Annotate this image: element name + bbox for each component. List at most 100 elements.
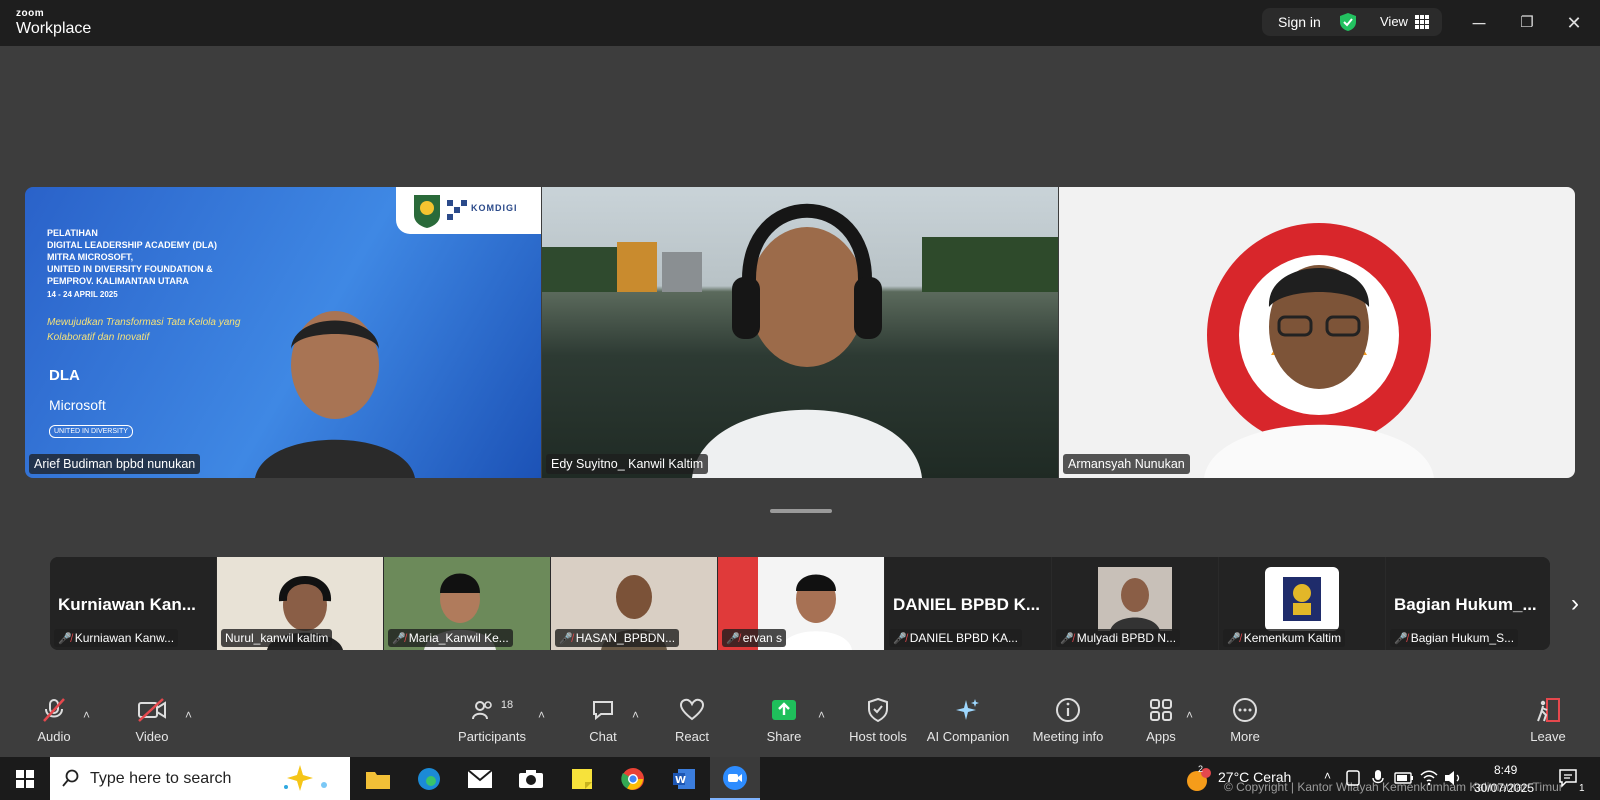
slide-line: PEMPROV. KALIMANTAN UTARA — [47, 276, 189, 286]
slide-tagline: Mewujudkan Transformasi Tata Kelola yang… — [47, 317, 241, 343]
audio-options-chevron-icon[interactable]: ˄ — [83, 708, 90, 722]
participant-count: 18 — [500, 699, 514, 711]
tile-name-label: 🎤̸ HASAN_BPBDN... — [555, 629, 680, 647]
weather-badge: 2 — [1198, 764, 1204, 774]
encryption-shield-icon[interactable] — [1338, 12, 1358, 32]
sign-in-button[interactable]: Sign in — [1278, 14, 1321, 30]
mic-muted-icon: 🎤̸ — [1227, 633, 1241, 645]
microsoft-logo: Microsoft — [49, 397, 106, 413]
host-tools-button[interactable]: Host tools — [846, 696, 910, 744]
tile-name-label: 🎤̸ Bagian Hukum_S... — [1390, 629, 1519, 647]
slide-line: DIGITAL LEADERSHIP ACADEMY (DLA) — [47, 240, 218, 250]
video-tile[interactable]: Armansyah Nunukan — [1059, 187, 1575, 478]
folder-icon — [366, 771, 390, 789]
zoom-app[interactable] — [710, 757, 760, 800]
apps-options-chevron-icon[interactable]: ˄ — [1186, 708, 1193, 722]
mail-app[interactable] — [455, 757, 505, 800]
app-logo: zoom Workplace — [16, 9, 91, 37]
view-button[interactable]: View — [1380, 14, 1408, 29]
ai-companion-button[interactable]: AI Companion — [926, 696, 1010, 744]
participant-name: Arief Budiman bpbd nunukan — [29, 454, 201, 474]
more-icon — [1233, 698, 1257, 722]
strip-tile[interactable]: 🎤̸ Mulyadi BPBD N... — [1052, 557, 1218, 650]
taskbar-search[interactable]: Type here to search — [50, 757, 350, 800]
more-button[interactable]: More — [1228, 696, 1262, 744]
tile-name-label: 🎤̸ ervan s — [722, 629, 787, 647]
komdigi-text: KOMDIGI — [471, 203, 518, 213]
svg-text:W: W — [675, 775, 686, 786]
host-shield-icon — [868, 698, 888, 722]
grid-view-icon[interactable] — [1415, 15, 1429, 29]
mic-muted-icon: 🎤̸ — [726, 633, 740, 645]
meeting-info-button[interactable]: Meeting info — [1030, 696, 1106, 744]
chrome-app[interactable] — [608, 757, 658, 800]
restore-icon[interactable]: ❐ — [1516, 12, 1538, 34]
chevron-right-icon[interactable]: › — [1571, 590, 1579, 618]
slide-text: PELATIHAN DIGITAL LEADERSHIP ACADEMY (DL… — [47, 227, 287, 287]
strip-tile[interactable]: Kurniawan Kan... 🎤̸ Kurniawan Kanw... — [50, 557, 216, 650]
close-icon[interactable]: ✕ — [1563, 12, 1585, 34]
participants-button[interactable]: 18 Participants — [452, 696, 532, 744]
strip-tile[interactable]: 🎤̸ Kemenkum Kaltim — [1219, 557, 1385, 650]
apps-icon — [1150, 699, 1172, 721]
tile-display-name: DANIEL BPBD K... — [893, 595, 1041, 614]
search-icon — [62, 769, 79, 787]
tile-name-label: Nurul_kanwil kaltim — [221, 629, 333, 647]
mic-muted-icon: 🎤̸ — [392, 633, 406, 645]
sticky-notes-app[interactable] — [557, 757, 607, 800]
copilot-sparkle-icon — [284, 765, 327, 791]
mic-muted-icon: 🎤̸ — [893, 633, 907, 645]
participants-options-chevron-icon[interactable]: ˄ — [538, 708, 545, 722]
participant-name: Edy Suyitno_ Kanwil Kaltim — [546, 454, 709, 474]
mic-muted-icon — [43, 698, 65, 722]
start-button[interactable] — [0, 757, 50, 800]
video-button[interactable]: Video — [131, 696, 173, 744]
chrome-icon — [621, 767, 644, 790]
search-placeholder: Type here to search — [90, 770, 232, 787]
word-icon: W — [673, 768, 695, 789]
video-tile[interactable]: Edy Suyitno_ Kanwil Kaltim — [542, 187, 1058, 478]
tile-display-name: Kurniawan Kan... — [58, 595, 196, 614]
chat-button[interactable]: Chat — [586, 696, 620, 744]
dla-logo: DLA — [49, 367, 80, 384]
video-options-chevron-icon[interactable]: ˄ — [185, 708, 192, 722]
edge-icon — [418, 767, 440, 790]
strip-tile[interactable]: DANIEL BPBD K... 🎤̸ DANIEL BPBD KA... — [885, 557, 1051, 650]
title-bar: zoom Workplace Sign in View ─ ❐ ✕ — [0, 0, 1600, 46]
chat-options-chevron-icon[interactable]: ˄ — [632, 708, 639, 722]
resize-handle[interactable] — [770, 509, 832, 513]
video-tile[interactable]: PELATIHAN DIGITAL LEADERSHIP ACADEMY (DL… — [25, 187, 541, 478]
strip-tile[interactable]: 🎤̸ HASAN_BPBDN... — [551, 557, 717, 650]
share-button[interactable]: Share — [766, 696, 802, 744]
clock-time[interactable]: 8:49 — [1494, 763, 1517, 777]
strip-tile[interactable]: Nurul_kanwil kaltim — [217, 557, 383, 650]
avatar — [1098, 567, 1172, 631]
apps-button[interactable]: Apps — [1146, 696, 1176, 744]
strip-tile[interactable]: 🎤̸ ervan s — [718, 557, 884, 650]
edge-app[interactable] — [404, 757, 454, 800]
strip-tile[interactable]: Bagian Hukum_... 🎤̸ Bagian Hukum_S... — [1386, 557, 1550, 650]
participant-video — [1204, 265, 1434, 478]
share-screen-icon — [772, 700, 796, 720]
mail-icon — [467, 768, 493, 788]
share-options-chevron-icon[interactable]: ˄ — [818, 708, 825, 722]
heart-icon — [679, 698, 705, 721]
file-explorer-app[interactable] — [353, 757, 403, 800]
word-app[interactable]: W — [659, 757, 709, 800]
leave-button[interactable]: Leave — [1530, 696, 1566, 744]
mic-muted-icon: 🎤̸ — [1060, 633, 1074, 645]
avatar — [1265, 567, 1339, 631]
strip-tile[interactable]: 🎤̸ Maria_Kanwil Ke... — [384, 557, 550, 650]
slide-line: UNITED IN DIVERSITY FOUNDATION & — [47, 264, 213, 274]
mic-muted-icon: 🎤̸ — [1394, 633, 1408, 645]
slide-date: 14 - 24 APRIL 2025 — [47, 290, 118, 299]
camera-app[interactable] — [506, 757, 556, 800]
speaker-stage: PELATIHAN DIGITAL LEADERSHIP ACADEMY (DL… — [25, 187, 1575, 478]
brand-top: zoom — [16, 8, 45, 19]
windows-logo-icon — [16, 769, 34, 788]
minimize-icon[interactable]: ─ — [1468, 12, 1490, 34]
react-button[interactable]: React — [672, 696, 712, 744]
tile-name-label: 🎤̸ DANIEL BPBD KA... — [889, 629, 1022, 647]
slide-heading: PELATIHAN — [47, 228, 98, 238]
audio-button[interactable]: Audio — [34, 696, 74, 744]
